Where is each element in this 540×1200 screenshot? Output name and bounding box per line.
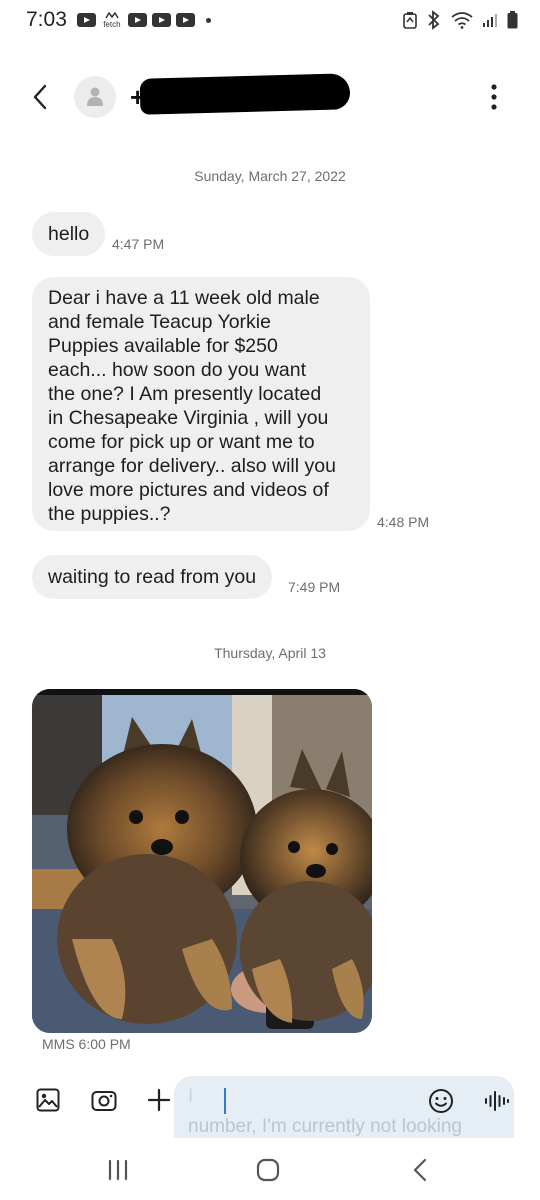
battery-icon [507, 11, 518, 29]
compose-bar: I number, I'm currently not looking [0, 1068, 540, 1138]
youtube-icon [175, 13, 195, 27]
input-ghost-text: number, I'm currently not looking [188, 1116, 462, 1137]
message-line: each... how soon do you want [48, 359, 307, 381]
recents-icon [108, 1159, 128, 1181]
back-icon [413, 1158, 427, 1182]
notification-icons: fetch [76, 11, 211, 29]
system-icons [403, 10, 518, 30]
message-bubble[interactable]: waiting to read from you [32, 555, 273, 599]
bluetooth-icon [428, 10, 440, 30]
message-time: 4:48 PM [377, 514, 430, 530]
mms-image[interactable] [32, 689, 372, 1033]
text-cursor [224, 1088, 226, 1114]
mms-label: MMS 6:00 PM [42, 1036, 131, 1052]
more-notifications-dot [205, 17, 211, 23]
person-icon [87, 87, 103, 106]
camera-icon [91, 1091, 117, 1111]
back-button[interactable] [28, 84, 54, 110]
conversation-header: + [0, 72, 540, 122]
message-text: hello [48, 223, 90, 245]
date-separator: Sunday, March 27, 2022 [194, 168, 346, 184]
message-line: Puppies available for $250 [48, 335, 278, 357]
message-line: in Chesapeake Virginia , will you [48, 407, 329, 429]
data-saver-icon [403, 12, 417, 29]
avatar[interactable] [74, 76, 116, 118]
emoji-icon [429, 1089, 453, 1113]
message-line: Dear i have a 11 week old male [48, 287, 320, 309]
gallery-button[interactable] [36, 1088, 60, 1117]
message-line: come for pick up or want me to [48, 431, 315, 453]
plus-icon [147, 1088, 171, 1112]
message-line: and female Teacup Yorkie [48, 311, 271, 333]
nav-back-button[interactable] [410, 1158, 430, 1187]
recents-button[interactable] [107, 1159, 129, 1185]
message-line: the one? I Am presently located [48, 383, 322, 405]
home-icon [256, 1158, 280, 1182]
navigation-bar [0, 1140, 540, 1200]
fetch-label: fetch [103, 19, 121, 29]
youtube-icon [127, 13, 147, 27]
wifi-icon [451, 12, 473, 29]
message-time: 7:49 PM [288, 579, 341, 595]
home-button[interactable] [256, 1158, 280, 1187]
youtube-icon [151, 13, 171, 27]
date-separator: Thursday, April 13 [214, 645, 326, 661]
chevron-left-icon [33, 84, 47, 110]
camera-button[interactable] [91, 1088, 117, 1117]
youtube-icon [76, 13, 96, 27]
message-line: the puppies..? [48, 503, 171, 525]
message-bubble[interactable]: hello [32, 212, 106, 256]
message-bubble[interactable]: Dear i have a 11 week old male and femal… [32, 277, 370, 531]
message-text: waiting to read from you [48, 566, 257, 588]
voice-button[interactable] [484, 1090, 510, 1117]
image-icon [36, 1088, 60, 1112]
status-time: 7:03 [26, 8, 67, 31]
more-vertical-icon [491, 84, 497, 110]
signal-icon [483, 14, 497, 27]
more-options-button[interactable] [482, 82, 506, 112]
message-line: arrange for delivery.. also will you [48, 455, 336, 477]
emoji-button[interactable] [428, 1088, 454, 1119]
redaction-mark [139, 73, 351, 115]
status-bar: 7:03 fetch [0, 0, 540, 40]
fetch-icon: fetch [101, 11, 123, 29]
voice-wave-icon [485, 1091, 509, 1111]
message-input[interactable]: I number, I'm currently not looking [174, 1076, 514, 1138]
input-ghost-text: I [188, 1086, 194, 1107]
attach-button[interactable] [147, 1088, 171, 1117]
message-time: 4:47 PM [112, 236, 165, 252]
message-line: love more pictures and videos of [48, 479, 329, 501]
